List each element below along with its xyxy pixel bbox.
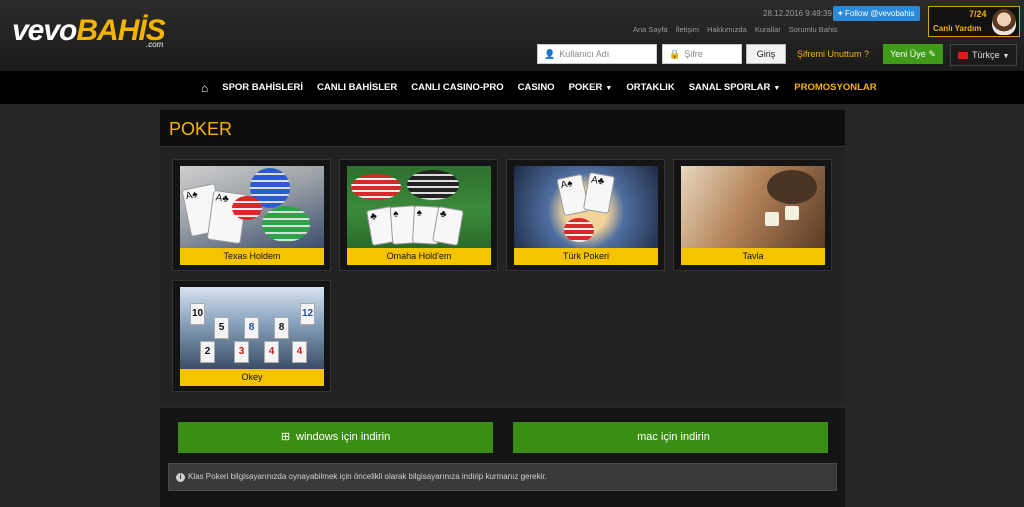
top-link-responsible[interactable]: Sorumlu Bahis: [789, 25, 838, 34]
nav-live-bets[interactable]: CANLI BAHİSLER: [317, 82, 397, 93]
logo-text-primary: vevo: [12, 14, 77, 47]
chevron-down-icon: ▼: [1002, 53, 1010, 60]
site-header: vevoBAHİS .com 28.12.2016 9:49:39 ✦Follo…: [0, 0, 1024, 71]
nav-promotions[interactable]: PROMOSYONLAR: [794, 82, 876, 93]
top-links: Ana Sayfa İletişim Hakkımızda Kurallar S…: [633, 25, 844, 34]
windows-icon: ⊞: [280, 431, 291, 443]
dice-graphic: [785, 206, 799, 220]
username-input[interactable]: 👤 Kullanıcı Adı: [537, 44, 657, 64]
password-input[interactable]: 🔒 Şifre: [662, 44, 742, 64]
twitter-follow-button[interactable]: ✦Follow @vevobahis: [833, 6, 920, 21]
server-datetime: 28.12.2016 9:49:39: [763, 9, 832, 18]
password-placeholder: Şifre: [684, 49, 703, 59]
texas-holdem-thumbnail: A♠ A♣: [180, 166, 324, 248]
chip-stack-graphic: [564, 218, 594, 242]
main-nav: ⌂ SPOR BAHİSLERİ CANLI BAHİSLER CANLI CA…: [0, 71, 1024, 104]
dice-graphic: [765, 212, 779, 226]
tile-graphic: 4: [264, 341, 279, 363]
twitter-follow-label: Follow @vevobahis: [845, 9, 915, 18]
section-header: POKER: [160, 110, 845, 146]
flag-icon: [958, 52, 968, 60]
omaha-holdem-thumbnail: ♣ ♠ ♠ ♣: [347, 166, 491, 248]
checker-graphic: [767, 170, 817, 204]
download-notice-text: Klas Pokeri bilgisayarınızda oynayabilme…: [188, 472, 547, 481]
chevron-down-icon: ▼: [773, 85, 781, 92]
download-mac-label: mac için indirin: [637, 431, 710, 443]
game-card-turk-pokeri[interactable]: A♠ A♣ Türk Pokeri: [506, 159, 665, 271]
login-button[interactable]: Giriş: [746, 44, 786, 64]
nav-live-casino[interactable]: CANLI CASINO-PRO: [411, 82, 503, 93]
download-section: ⊞ windows için indirin mac için indirin i…: [160, 408, 845, 507]
logo-domain: .com: [146, 40, 164, 49]
page-title: POKER: [169, 119, 233, 139]
support-agent-avatar: [992, 9, 1016, 35]
download-notice: i Klas Pokeri bilgisayarınızda oynayabilm…: [168, 463, 837, 491]
tile-graphic: 8: [244, 317, 259, 339]
game-card-label: Tavla: [681, 248, 825, 265]
info-icon: i: [176, 473, 185, 482]
chip-stack-graphic: [262, 206, 310, 242]
tile-graphic: 8: [274, 317, 289, 339]
nav-poker-label: POKER: [568, 82, 603, 93]
live-support-box[interactable]: 7/24 Canlı Yardım: [928, 6, 1020, 37]
game-card-label: Texas Holdem: [180, 248, 324, 265]
support-label: Canlı Yardım: [933, 24, 982, 33]
nav-poker[interactable]: POKER ▼: [569, 82, 613, 93]
tile-graphic: 2: [200, 341, 215, 363]
card-graphic: ♣: [432, 206, 464, 246]
edit-icon: ✎: [928, 49, 936, 59]
forgot-password-link[interactable]: Şifremi Unuttum ?: [797, 49, 869, 59]
nav-affiliate[interactable]: ORTAKLIK: [626, 82, 674, 93]
support-hours: 7/24: [969, 9, 987, 19]
tile-graphic: 3: [234, 341, 249, 363]
tile-graphic: 4: [292, 341, 307, 363]
lock-icon: 🔒: [669, 49, 681, 59]
nav-casino[interactable]: CASINO: [518, 82, 555, 93]
nav-sports[interactable]: SPOR BAHİSLERİ: [222, 82, 303, 93]
poker-section: POKER A♠ A♣ Texas Holdem ♣ ♠ ♠ ♣ Omaha H…: [160, 110, 845, 403]
game-grid: A♠ A♣ Texas Holdem ♣ ♠ ♠ ♣ Omaha Hold'em…: [160, 146, 845, 403]
game-card-label: Türk Pokeri: [514, 248, 658, 265]
user-icon: 👤: [544, 49, 556, 59]
top-link-home[interactable]: Ana Sayfa: [633, 25, 668, 34]
chevron-down-icon: ▼: [605, 85, 613, 92]
language-label: Türkçe: [972, 50, 1000, 60]
game-card-tavla[interactable]: Tavla: [673, 159, 832, 271]
signup-label: Yeni Üye: [890, 49, 926, 59]
download-mac-button[interactable]: mac için indirin: [513, 422, 828, 453]
top-link-contact[interactable]: İletişim: [676, 25, 699, 34]
tavla-thumbnail: [681, 166, 825, 248]
language-select[interactable]: Türkçe ▼: [950, 44, 1017, 66]
nav-virtual-sports-label: SANAL SPORLAR: [688, 82, 771, 93]
download-windows-button[interactable]: ⊞ windows için indirin: [178, 422, 493, 453]
twitter-icon: ✦: [837, 9, 844, 18]
card-graphic: A♣: [582, 172, 616, 214]
username-placeholder: Kullanıcı Adı: [559, 49, 610, 59]
game-card-omaha-holdem[interactable]: ♣ ♠ ♠ ♣ Omaha Hold'em: [339, 159, 498, 271]
game-card-label: Okey: [180, 369, 324, 386]
turk-pokeri-thumbnail: A♠ A♣: [514, 166, 658, 248]
chip-stack-graphic: [232, 196, 262, 220]
game-card-texas-holdem[interactable]: A♠ A♣ Texas Holdem: [172, 159, 331, 271]
download-windows-label: windows için indirin: [296, 431, 391, 443]
logo[interactable]: vevoBAHİS: [12, 14, 166, 48]
top-link-about[interactable]: Hakkımızda: [707, 25, 747, 34]
chip-stack-graphic: [351, 174, 401, 200]
top-link-rules[interactable]: Kurallar: [755, 25, 781, 34]
tile-graphic: 5: [214, 317, 229, 339]
game-card-okey[interactable]: 10 5 8 8 12 2 3 4 4 Okey: [172, 280, 331, 392]
okey-thumbnail: 10 5 8 8 12 2 3 4 4: [180, 287, 324, 369]
game-card-label: Omaha Hold'em: [347, 248, 491, 265]
chip-stack-graphic: [407, 170, 459, 200]
home-icon[interactable]: ⌂: [201, 81, 208, 95]
signup-button[interactable]: Yeni Üye ✎: [883, 44, 943, 64]
nav-virtual-sports[interactable]: SANAL SPORLAR ▼: [689, 82, 781, 93]
tile-graphic: 12: [300, 303, 315, 325]
tile-graphic: 10: [190, 303, 205, 325]
